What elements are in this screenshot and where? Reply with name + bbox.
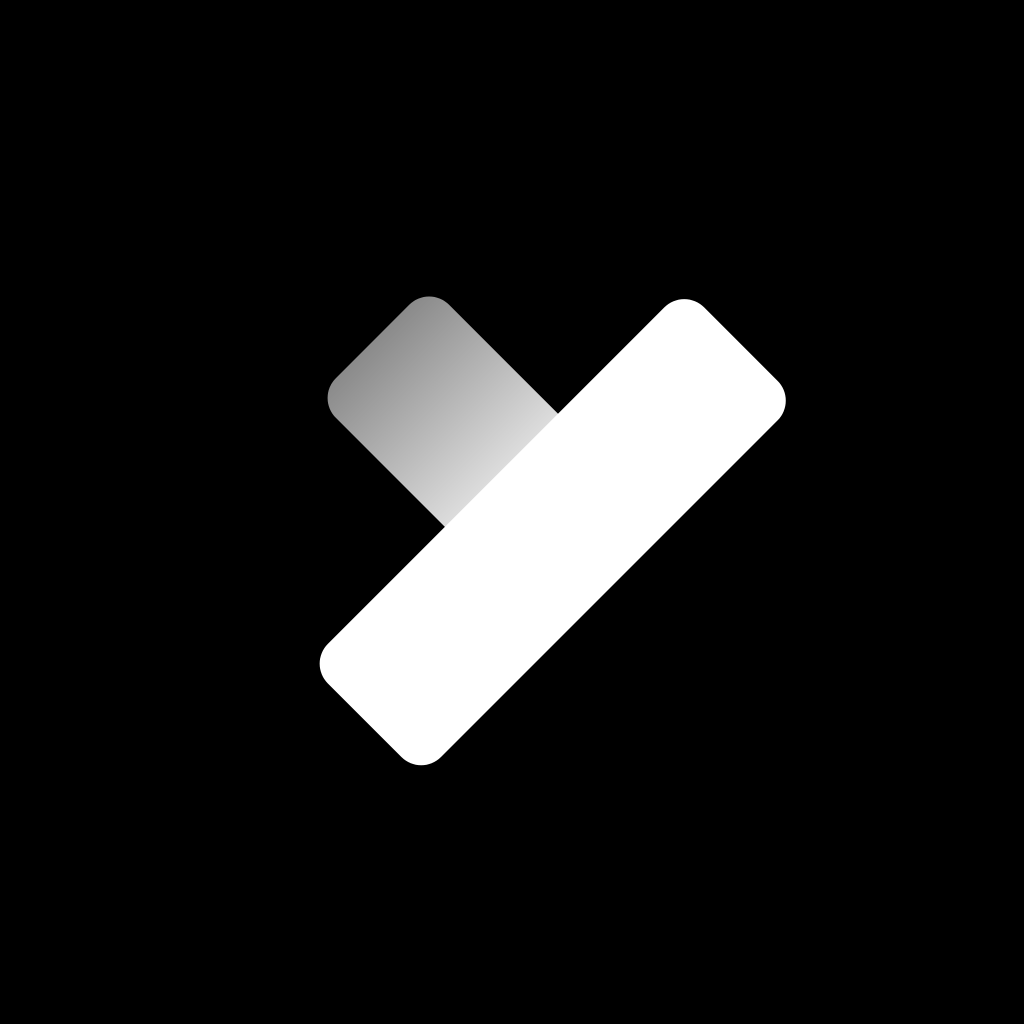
app-icon-canvas [0,0,1024,1024]
checkmark-icon [319,296,786,766]
